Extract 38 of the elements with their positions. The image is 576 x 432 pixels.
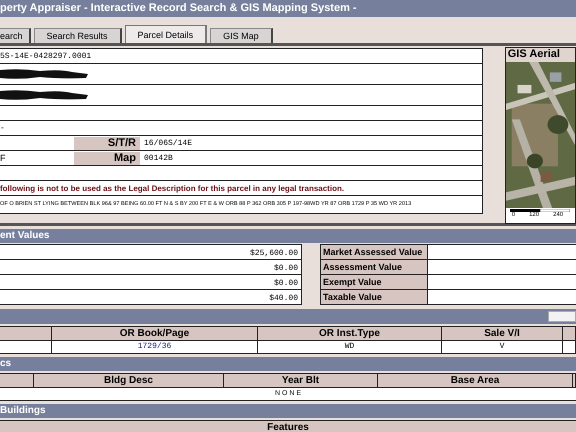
column-header: Bldg Desc — [34, 374, 224, 388]
window-title: perty Appraiser - Interactive Record Search & GIS Mapping System - — [0, 2, 357, 14]
amount-value: $40.00 — [269, 294, 298, 303]
field-value: 00142B — [143, 154, 173, 162]
table-cell: WD — [258, 341, 442, 354]
amount-value: $0.00 — [274, 264, 298, 273]
tab[interactable]: earch — [0, 28, 31, 43]
table-cell: V — [442, 341, 563, 354]
panel-title: GIS Aerial — [506, 48, 575, 62]
column-header: Base Area — [378, 374, 573, 388]
column-header: Features — [0, 420, 576, 432]
field-label: S/T/R — [74, 136, 140, 150]
column-header: Sale V/I — [442, 327, 563, 341]
tab[interactable]: Search Results — [34, 28, 122, 43]
value-label: Assessment Value — [321, 260, 428, 274]
tab[interactable]: Parcel Details — [124, 25, 208, 43]
column-header: OR Inst.Type — [258, 327, 442, 341]
value-label: Exempt Value — [321, 275, 428, 289]
scale-bar — [510, 209, 570, 212]
tab[interactable]: GIS Map — [210, 28, 273, 43]
parcel-value: - — [0, 124, 5, 132]
amount-value: $0.00 — [274, 279, 298, 288]
section-title: cs — [0, 358, 12, 369]
record-link[interactable]: 1729/36 — [52, 341, 258, 354]
section-title: Buildings — [0, 405, 46, 416]
value-label: Taxable Value — [321, 290, 428, 304]
field-label: Map — [74, 152, 140, 164]
value-label: Market Assessed Value — [321, 245, 428, 259]
field-value: 16/06S/14E — [143, 138, 192, 148]
table-cell — [0, 341, 52, 354]
legal-notice: following is not to be used as the Legal Description for this parcel in any legal transaction. — [0, 184, 344, 192]
amount-value: $25,600.00 — [250, 249, 298, 258]
table-cell — [563, 341, 576, 354]
parcel-value: 5S-14E-0428297.0001 — [0, 52, 92, 60]
column-header: Year Blt — [224, 374, 378, 388]
column-header: OR Book/Page — [52, 327, 258, 341]
section-title: ent Values — [0, 230, 50, 241]
parcel-value: F — [0, 153, 6, 163]
